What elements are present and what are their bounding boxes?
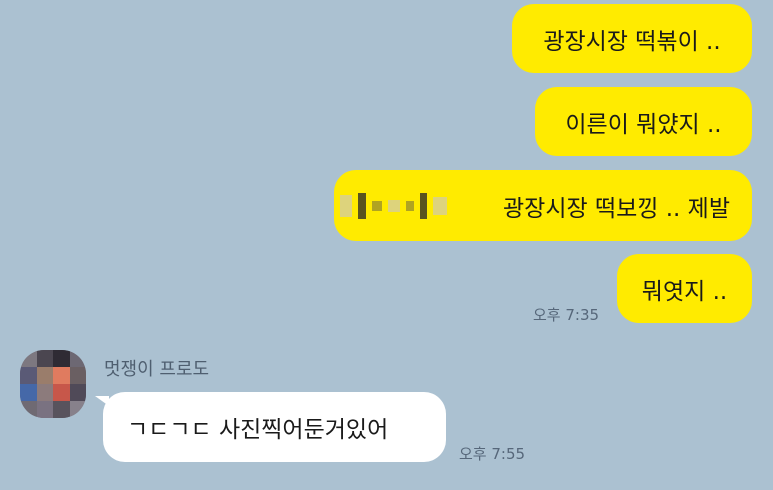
my-message-bubble[interactable]: 뭐엿지 .. bbox=[617, 254, 752, 323]
my-message-bubble[interactable]: 이른이 뭐얐지 .. bbox=[535, 87, 752, 156]
chat-area: 광장시장 떡볶이 .. 이른이 뭐얐지 .. 광장시장 떡보낑 .. 제발 뭐엿… bbox=[0, 0, 773, 490]
message-text: ㄱㄷㄱㄷ 사진찍어둔거있어 bbox=[127, 417, 389, 443]
message-timestamp: 오후 7:55 bbox=[459, 445, 526, 463]
avatar[interactable] bbox=[20, 350, 86, 418]
message-text: 광장시장 떡볶이 .. bbox=[543, 28, 721, 55]
message-text: 광장시장 떡보낑 .. 제발 bbox=[503, 195, 730, 222]
message-text: 이른이 뭐얐지 .. bbox=[565, 111, 722, 138]
their-message-bubble[interactable]: ㄱㄷㄱㄷ 사진찍어둔거있어 bbox=[103, 392, 446, 462]
my-message-bubble[interactable]: 광장시장 떡볶이 .. bbox=[512, 4, 752, 73]
message-text: 뭐엿지 .. bbox=[641, 278, 728, 305]
obscured-text-blur bbox=[340, 182, 450, 230]
my-message-bubble[interactable]: 광장시장 떡보낑 .. 제발 bbox=[334, 170, 752, 241]
sender-name: 멋쟁이 프로도 bbox=[104, 359, 210, 380]
message-timestamp: 오후 7:35 bbox=[533, 306, 600, 324]
